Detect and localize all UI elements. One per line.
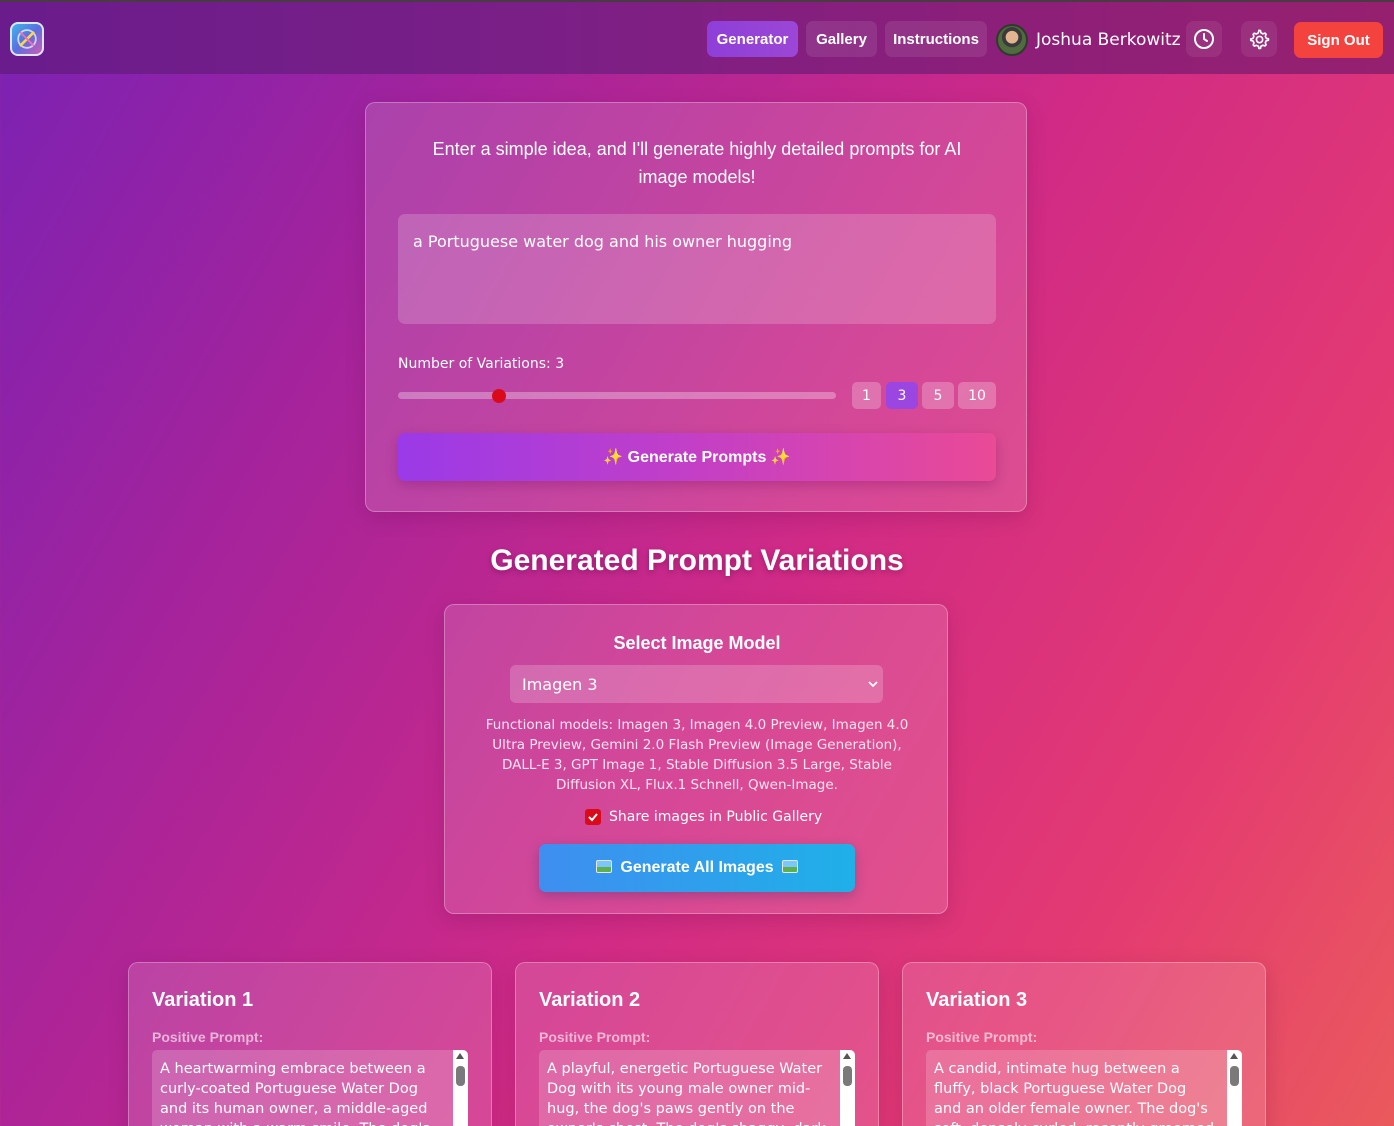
- picture-icon: [595, 860, 612, 873]
- share-gallery-checkbox[interactable]: [585, 809, 601, 825]
- positive-prompt-text[interactable]: A candid, intimate hug between a fluffy,…: [926, 1050, 1242, 1126]
- check-icon: [588, 813, 598, 822]
- nav-generator-button[interactable]: Generator: [707, 21, 798, 57]
- prompt-generator-card: Enter a simple idea, and I'll generate h…: [365, 102, 1027, 512]
- share-gallery-row[interactable]: Share images in Public Gallery: [585, 809, 822, 825]
- history-button[interactable]: [1186, 21, 1222, 57]
- top-navbar: Generator Gallery Instructions Joshua Be…: [0, 2, 1394, 74]
- variation-title: Variation 2: [539, 989, 641, 1011]
- idea-input[interactable]: a Portuguese water dog and his owner hug…: [398, 214, 996, 324]
- share-gallery-label: Share images in Public Gallery: [609, 809, 823, 825]
- variations-label: Number of Variations: 3: [398, 356, 565, 372]
- preset-3-button[interactable]: 3: [886, 382, 918, 409]
- prompt-scrollbar[interactable]: [1227, 1050, 1242, 1126]
- positive-prompt-label: Positive Prompt:: [539, 1029, 651, 1045]
- picture-icon: [782, 860, 799, 873]
- variation-card: Variation 1 Positive Prompt: A heartwarm…: [128, 962, 492, 1126]
- functional-models-text: Functional models: Imagen 3, Imagen 4.0 …: [485, 717, 909, 793]
- preset-1-button[interactable]: 1: [852, 382, 881, 409]
- positive-prompt-text[interactable]: A playful, energetic Portuguese Water Do…: [539, 1050, 855, 1126]
- positive-prompt-text[interactable]: A heartwarming embrace between a curly-c…: [152, 1050, 468, 1126]
- variations-slider[interactable]: [398, 392, 836, 399]
- user-name: Joshua Berkowitz: [1036, 30, 1181, 50]
- positive-prompt-content: A playful, energetic Portuguese Water Do…: [547, 1061, 826, 1126]
- nav-gallery-button[interactable]: Gallery: [806, 21, 877, 57]
- positive-prompt-label: Positive Prompt:: [926, 1029, 1038, 1045]
- model-title: Select Image Model: [613, 633, 781, 653]
- preset-5-button[interactable]: 5: [922, 382, 954, 409]
- settings-button[interactable]: [1241, 21, 1277, 57]
- variation-title: Variation 1: [152, 989, 254, 1011]
- variation-title: Variation 3: [926, 989, 1028, 1011]
- chevron-down-icon: [868, 681, 878, 688]
- gear-icon: [1249, 29, 1270, 50]
- clock-icon: [1194, 29, 1214, 49]
- model-select[interactable]: Imagen 3: [510, 665, 883, 703]
- user-profile[interactable]: Joshua Berkowitz: [996, 24, 1181, 56]
- model-selected-value: Imagen 3: [522, 674, 598, 694]
- generate-all-images-label: Generate All Images: [620, 859, 774, 876]
- variation-card: Variation 2 Positive Prompt: A playful, …: [515, 962, 879, 1126]
- positive-prompt-content: A heartwarming embrace between a curly-c…: [160, 1061, 430, 1126]
- app-logo-icon[interactable]: [10, 22, 44, 56]
- image-model-card: Select Image Model Imagen 3 Functional m…: [444, 604, 948, 914]
- generate-all-images-button[interactable]: Generate All Images: [539, 844, 855, 892]
- generate-prompts-button[interactable]: ✨ Generate Prompts ✨: [398, 433, 996, 481]
- intro-text: Enter a simple idea, and I'll generate h…: [432, 139, 962, 187]
- nav-instructions-button[interactable]: Instructions: [885, 21, 987, 57]
- avatar: [996, 24, 1028, 56]
- preset-10-button[interactable]: 10: [958, 382, 996, 409]
- results-title: Generated Prompt Variations: [490, 544, 904, 577]
- positive-prompt-content: A candid, intimate hug between a fluffy,…: [934, 1061, 1214, 1126]
- variations-slider-thumb[interactable]: [492, 389, 506, 403]
- variation-card: Variation 3 Positive Prompt: A candid, i…: [902, 962, 1266, 1126]
- prompt-scrollbar[interactable]: [453, 1050, 468, 1126]
- sign-out-button[interactable]: Sign Out: [1294, 22, 1383, 58]
- positive-prompt-label: Positive Prompt:: [152, 1029, 264, 1045]
- prompt-scrollbar[interactable]: [840, 1050, 855, 1126]
